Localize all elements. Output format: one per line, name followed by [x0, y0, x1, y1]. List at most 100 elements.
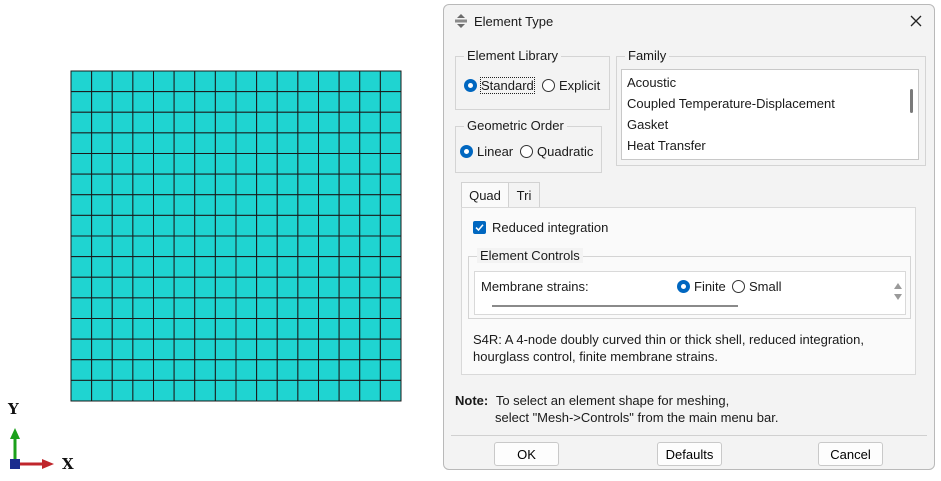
mesh-element[interactable]: [235, 214, 258, 237]
mesh-element[interactable]: [173, 256, 196, 278]
mesh-element[interactable]: [338, 379, 361, 402]
mesh-element[interactable]: [153, 214, 175, 237]
mesh-element[interactable]: [338, 235, 361, 258]
mesh-element[interactable]: [318, 91, 340, 113]
mesh-element[interactable]: [256, 235, 278, 258]
mesh-element[interactable]: [132, 379, 154, 402]
mesh-element[interactable]: [173, 173, 196, 196]
mesh-element[interactable]: [173, 359, 196, 381]
mesh-element[interactable]: [338, 153, 361, 175]
family-item-acoustic[interactable]: Acoustic: [627, 75, 676, 90]
mesh-element[interactable]: [214, 338, 237, 361]
radio-standard[interactable]: Standard: [464, 77, 535, 94]
mesh-element[interactable]: [379, 111, 402, 134]
mesh-element[interactable]: [173, 318, 196, 340]
mesh-element[interactable]: [70, 214, 93, 237]
mesh-element[interactable]: [297, 194, 319, 216]
mesh-element[interactable]: [318, 173, 340, 196]
mesh-element[interactable]: [318, 194, 340, 216]
mesh-element[interactable]: [173, 194, 196, 216]
mesh-element[interactable]: [173, 297, 196, 319]
mesh-element[interactable]: [132, 359, 154, 381]
mesh-element[interactable]: [276, 338, 299, 361]
mesh-element[interactable]: [235, 173, 258, 196]
mesh-element[interactable]: [359, 111, 381, 134]
mesh-element[interactable]: [91, 318, 113, 340]
mesh-element[interactable]: [214, 235, 237, 258]
mesh-element[interactable]: [256, 214, 278, 237]
mesh-element[interactable]: [111, 173, 134, 196]
mesh-element[interactable]: [214, 359, 237, 381]
mesh-element[interactable]: [111, 153, 134, 175]
viewport[interactable]: Y X: [0, 0, 440, 481]
mesh-element[interactable]: [235, 91, 258, 113]
mesh-element[interactable]: [379, 153, 402, 175]
mesh-element[interactable]: [70, 111, 93, 134]
mesh-element[interactable]: [256, 132, 278, 154]
family-item-coupled-temperature-displacement[interactable]: Coupled Temperature-Displacement: [627, 96, 835, 111]
mesh-element[interactable]: [153, 132, 175, 154]
defaults-button[interactable]: Defaults: [657, 442, 722, 466]
mesh-element[interactable]: [111, 338, 134, 361]
mesh-element[interactable]: [70, 132, 93, 154]
mesh-element[interactable]: [153, 235, 175, 258]
mesh-element[interactable]: [214, 132, 237, 154]
mesh-element[interactable]: [318, 111, 340, 134]
radio-quadratic[interactable]: Quadratic: [520, 144, 593, 159]
mesh-element[interactable]: [338, 297, 361, 319]
mesh-element[interactable]: [276, 297, 299, 319]
mesh-element[interactable]: [318, 70, 340, 93]
mesh-element[interactable]: [194, 91, 216, 113]
mesh-element[interactable]: [297, 111, 319, 134]
mesh-element[interactable]: [276, 111, 299, 134]
mesh-element[interactable]: [338, 256, 361, 278]
mesh-element[interactable]: [70, 297, 93, 319]
mesh-element[interactable]: [297, 276, 319, 299]
mesh-element[interactable]: [194, 359, 216, 381]
mesh-element[interactable]: [194, 132, 216, 154]
mesh-element[interactable]: [297, 91, 319, 113]
mesh-element[interactable]: [70, 256, 93, 278]
radio-standard-indicator[interactable]: [464, 79, 477, 92]
mesh-element[interactable]: [132, 235, 154, 258]
mesh-element[interactable]: [297, 153, 319, 175]
mesh-element[interactable]: [256, 194, 278, 216]
mesh-element[interactable]: [153, 70, 175, 93]
mesh-element[interactable]: [91, 173, 113, 196]
mesh-element[interactable]: [153, 256, 175, 278]
mesh-element[interactable]: [111, 276, 134, 299]
mesh-element[interactable]: [318, 379, 340, 402]
mesh-element[interactable]: [173, 70, 196, 93]
mesh-element[interactable]: [173, 276, 196, 299]
mesh-element[interactable]: [194, 338, 216, 361]
mesh-element[interactable]: [132, 111, 154, 134]
mesh-element[interactable]: [359, 194, 381, 216]
mesh-element[interactable]: [338, 359, 361, 381]
mesh-element[interactable]: [132, 338, 154, 361]
cancel-button[interactable]: Cancel: [818, 442, 883, 466]
mesh-element[interactable]: [379, 297, 402, 319]
mesh-element[interactable]: [318, 153, 340, 175]
mesh-element[interactable]: [359, 276, 381, 299]
mesh-element[interactable]: [235, 297, 258, 319]
mesh-element[interactable]: [235, 379, 258, 402]
mesh-element[interactable]: [132, 153, 154, 175]
mesh-element[interactable]: [91, 256, 113, 278]
mesh-element[interactable]: [91, 111, 113, 134]
mesh-element[interactable]: [70, 153, 93, 175]
mesh-element[interactable]: [153, 153, 175, 175]
mesh-element[interactable]: [379, 359, 402, 381]
mesh-element[interactable]: [318, 276, 340, 299]
mesh-element[interactable]: [194, 235, 216, 258]
mesh-element[interactable]: [318, 318, 340, 340]
mesh-element[interactable]: [276, 276, 299, 299]
mesh-element[interactable]: [153, 359, 175, 381]
mesh-element[interactable]: [70, 70, 93, 93]
mesh-element[interactable]: [173, 214, 196, 237]
mesh-element[interactable]: [194, 276, 216, 299]
mesh-element[interactable]: [276, 235, 299, 258]
mesh-element[interactable]: [214, 153, 237, 175]
mesh-element[interactable]: [194, 379, 216, 402]
mesh-element[interactable]: [256, 359, 278, 381]
mesh-element[interactable]: [338, 338, 361, 361]
